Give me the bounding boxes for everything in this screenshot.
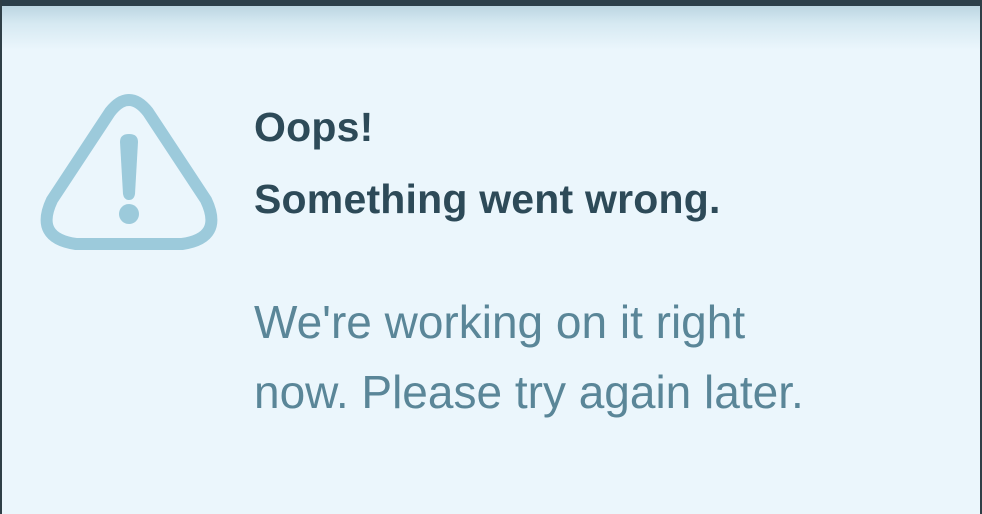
warning-triangle-icon [40,94,218,250]
error-panel: Oops! Something went wrong. We're workin… [0,0,982,514]
error-message-line-2: now. Please try again later. [254,366,804,418]
error-title-line-2: Something went wrong. [254,176,721,222]
error-title-line-1: Oops! [254,104,374,150]
exclamation-mark [120,134,138,200]
header-shadow [2,6,980,50]
error-message-line-1: We're working on it right [254,296,746,348]
